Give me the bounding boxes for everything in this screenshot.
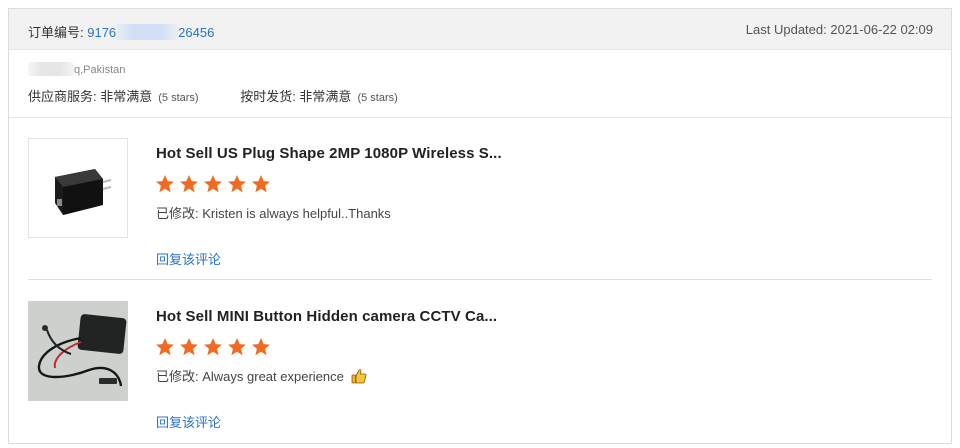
usb-charger-camera-image (29, 139, 127, 237)
seller-summary: q,Pakistan 供应商服务: 非常满意 (5 stars) 按时发货: 非常… (9, 51, 951, 118)
mini-button-camera-image (29, 302, 127, 400)
location-text: q,Pakistan (74, 64, 126, 76)
reply-link[interactable]: 回复该评论 (156, 412, 221, 431)
order-number-prefix[interactable]: 9176 (87, 25, 116, 40)
last-updated: Last Updated: 2021-06-22 02:09 (745, 22, 933, 37)
review-comment: 已修改: Kristen is always helpful..Thanks (156, 206, 391, 221)
star-icon (204, 175, 222, 193)
rating-label: 按时发货: 非常满意 (240, 89, 352, 104)
redacted-mask (28, 62, 74, 76)
product-thumbnail[interactable] (28, 301, 128, 401)
review-item: Hot Sell MINI Button Hidden camera CCTV … (28, 301, 932, 431)
product-title[interactable]: Hot Sell MINI Button Hidden camera CCTV … (156, 308, 497, 325)
star-rating (155, 174, 271, 194)
rating-note: (5 stars) (158, 92, 199, 104)
star-icon (156, 338, 174, 356)
rating-note: (5 stars) (357, 92, 398, 104)
supplier-service-rating: 供应商服务: 非常满意 (5 stars) (28, 86, 199, 105)
product-title[interactable]: Hot Sell US Plug Shape 2MP 1080P Wireles… (156, 145, 502, 162)
order-number: 订单编号: 9176 26456 (28, 22, 214, 41)
rating-label: 供应商服务: 非常满意 (28, 89, 153, 104)
feedback-card: 订单编号: 9176 26456 Last Updated: 2021-06-22… (8, 8, 952, 444)
on-time-shipping-rating: 按时发货: 非常满意 (5 stars) (240, 86, 398, 105)
star-rating (155, 337, 271, 357)
star-icon (252, 175, 270, 193)
star-icon (228, 338, 246, 356)
redacted-mask (116, 24, 179, 40)
star-icon (228, 175, 246, 193)
star-icon (156, 175, 174, 193)
order-number-suffix[interactable]: 26456 (178, 25, 214, 40)
seller-ratings: 供应商服务: 非常满意 (5 stars) 按时发货: 非常满意 (5 stars) (28, 86, 436, 105)
star-icon (204, 338, 222, 356)
order-number-label: 订单编号: (28, 25, 88, 40)
review-comment-text: 已修改: Always great experience (156, 369, 344, 384)
review-comment: 已修改: Always great experience (156, 366, 367, 385)
order-header: 订单编号: 9176 26456 Last Updated: 2021-06-22… (9, 9, 951, 50)
star-icon (180, 338, 198, 356)
reply-link[interactable]: 回复该评论 (156, 249, 221, 268)
thumbs-up-icon (352, 369, 367, 384)
buyer-location: q,Pakistan (28, 62, 125, 76)
review-item: Hot Sell US Plug Shape 2MP 1080P Wireles… (28, 138, 932, 280)
star-icon (180, 175, 198, 193)
star-icon (252, 338, 270, 356)
product-thumbnail[interactable] (28, 138, 128, 238)
